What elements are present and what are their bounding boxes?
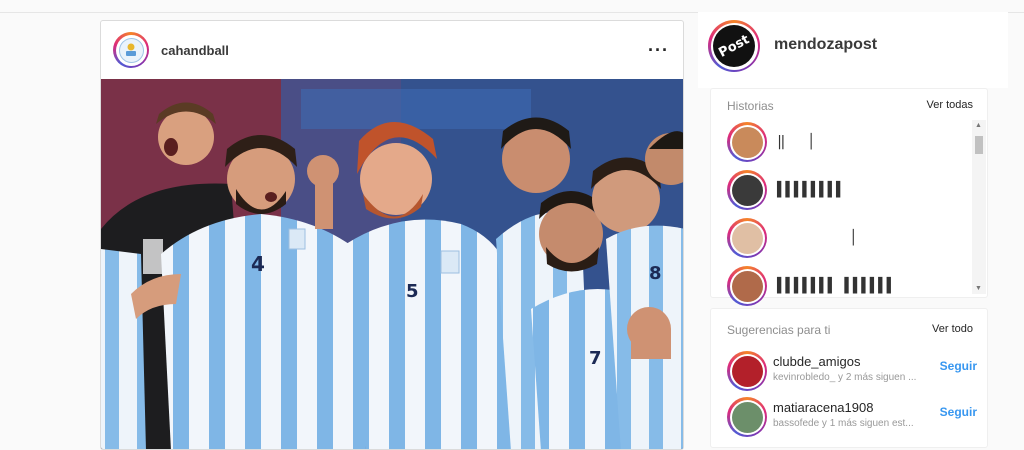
logo-text: Post [716, 31, 752, 61]
svg-text:7: 7 [589, 348, 602, 369]
suggestions-panel: Sugerencias para ti Ver todo clubde_amig… [710, 308, 988, 448]
post-avatar[interactable] [113, 32, 149, 68]
post-header: cahandball ··· [101, 21, 683, 79]
post-card: cahandball ··· 4 5 7 8 [100, 20, 684, 450]
suggestion-username[interactable]: clubde_amigos [773, 354, 860, 369]
stories-title: Historias [727, 99, 774, 113]
svg-text:5: 5 [406, 281, 419, 302]
scroll-up-arrow-icon[interactable]: ▲ [975, 122, 982, 129]
mendoza-post-logo: Post [713, 25, 755, 67]
team-celebration-photo: 4 5 7 8 [101, 79, 683, 449]
more-options-icon[interactable]: ··· [648, 40, 669, 61]
suggestions-see-all-link[interactable]: Ver todo [932, 323, 973, 335]
suggestion-item: matiaracena1908 bassofede y 1 más siguen… [727, 395, 977, 437]
story-item[interactable]: ▏ [727, 217, 861, 259]
handball-logo-icon [126, 43, 136, 56]
story-item[interactable]: ‖ ▏ [727, 121, 819, 163]
stories-scrollbar[interactable]: ▲ ▼ [972, 120, 986, 294]
stories-see-all-link[interactable]: Ver todas [927, 99, 973, 111]
suggestion-avatar[interactable] [727, 397, 767, 437]
story-avatar[interactable] [727, 122, 767, 162]
suggestions-title: Sugerencias para ti [727, 323, 831, 337]
svg-text:4: 4 [251, 252, 265, 276]
story-item[interactable]: ▌▌▌▌▌▌▌▌ [727, 169, 844, 211]
follow-button[interactable]: Seguir [940, 405, 977, 419]
follow-button[interactable]: Seguir [940, 359, 977, 373]
suggestion-avatar[interactable] [727, 351, 767, 391]
stories-panel: Historias Ver todas ‖ ▏ ▌▌▌▌▌▌▌▌ ▏ ▌▌▌▌▌… [710, 88, 988, 306]
story-label: ‖ ▏ [777, 134, 820, 150]
suggestion-item: clubde_amigos kevinrobledo_ y 2 más sigu… [727, 349, 977, 391]
profile-username[interactable]: mendozapost [774, 36, 877, 54]
cah-logo [118, 37, 144, 63]
scroll-down-arrow-icon[interactable]: ▼ [975, 285, 982, 292]
story-label: ▏ [777, 230, 862, 246]
story-label: ▌▌▌▌▌▌▌▌ [777, 182, 845, 198]
suggestion-followers: kevinrobledo_ y 2 más siguen ... [773, 372, 917, 383]
post-photo[interactable]: 4 5 7 8 [101, 79, 683, 449]
scroll-thumb[interactable] [975, 136, 983, 154]
profile-header: Post mendozapost [698, 12, 1008, 88]
svg-text:8: 8 [649, 263, 662, 284]
story-item[interactable]: ▌▌▌▌▌▌▌ ▌▌▌▌▌▌ [727, 265, 895, 307]
story-avatar[interactable] [727, 218, 767, 258]
suggestion-followers: bassofede y 1 más siguen est... [773, 418, 914, 429]
story-label: ▌▌▌▌▌▌▌ ▌▌▌▌▌▌ [777, 278, 896, 294]
story-avatar[interactable] [727, 170, 767, 210]
suggestion-username[interactable]: matiaracena1908 [773, 400, 873, 415]
story-avatar[interactable] [727, 266, 767, 306]
profile-avatar[interactable]: Post [708, 20, 760, 72]
post-username[interactable]: cahandball [161, 43, 648, 58]
